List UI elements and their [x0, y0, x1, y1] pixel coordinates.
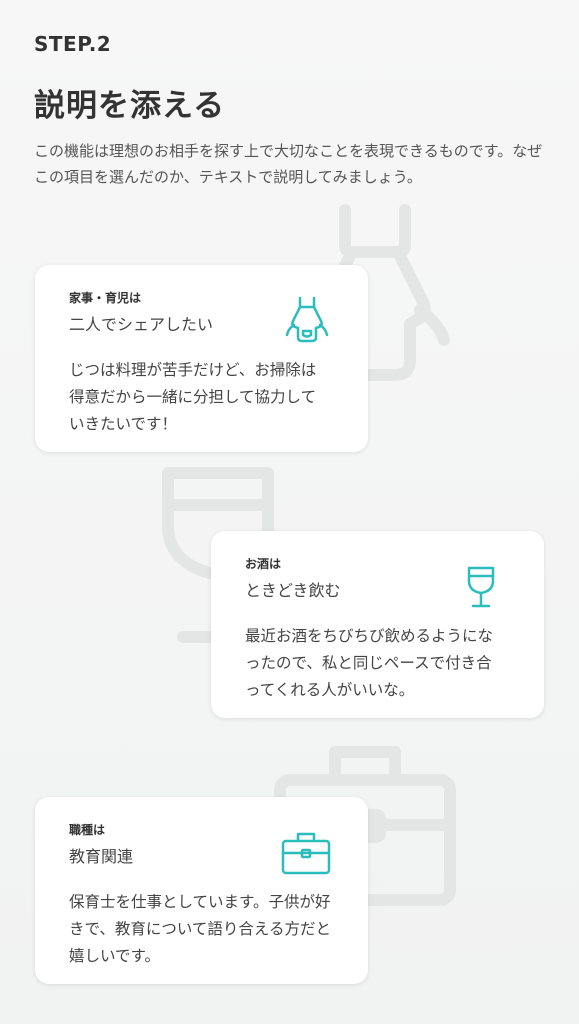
card-body: 保育士を仕事としています。子供が好きで、教育について語り合える方だと嬉しいです。 — [69, 893, 331, 965]
profile-card-alcohol: お酒は ときどき飲む 最近お酒をちびちび飲めるようになったので、私と同じペースで… — [211, 531, 544, 718]
apron-icon — [285, 296, 329, 343]
step-label: STEP.2 — [34, 32, 112, 56]
card-label: 職種は — [69, 823, 106, 837]
card-label: 家事・育児は — [69, 291, 142, 305]
card-label: お酒は — [245, 557, 282, 571]
wine-glass-icon — [467, 566, 495, 608]
card-value: ときどき飲む — [245, 581, 341, 600]
card-value: 二人でシェアしたい — [69, 315, 214, 334]
card-body: 最近お酒をちびちび飲めるようになったので、私と同じペースで付き合ってくれる人がい… — [245, 627, 494, 699]
page-description: この機能は理想のお相手を探す上で大切なことを表現できるものです。なぜこの項目を選… — [34, 142, 543, 186]
profile-card-housework: 家事・育児は 二人でシェアしたい じつは料理が苦手だけど、お掃除は得意だから一緒… — [35, 265, 368, 452]
card-value: 教育関連 — [69, 847, 134, 866]
card-body: じつは料理が苦手だけど、お掃除は得意だから一緒に分担して協力していきたいです！ — [69, 361, 317, 433]
page-title: 説明を添える — [34, 88, 226, 124]
profile-card-occupation: 職種は 教育関連 保育士を仕事としています。子供が好きで、教育について語り合える… — [35, 797, 368, 984]
briefcase-icon — [281, 832, 331, 875]
